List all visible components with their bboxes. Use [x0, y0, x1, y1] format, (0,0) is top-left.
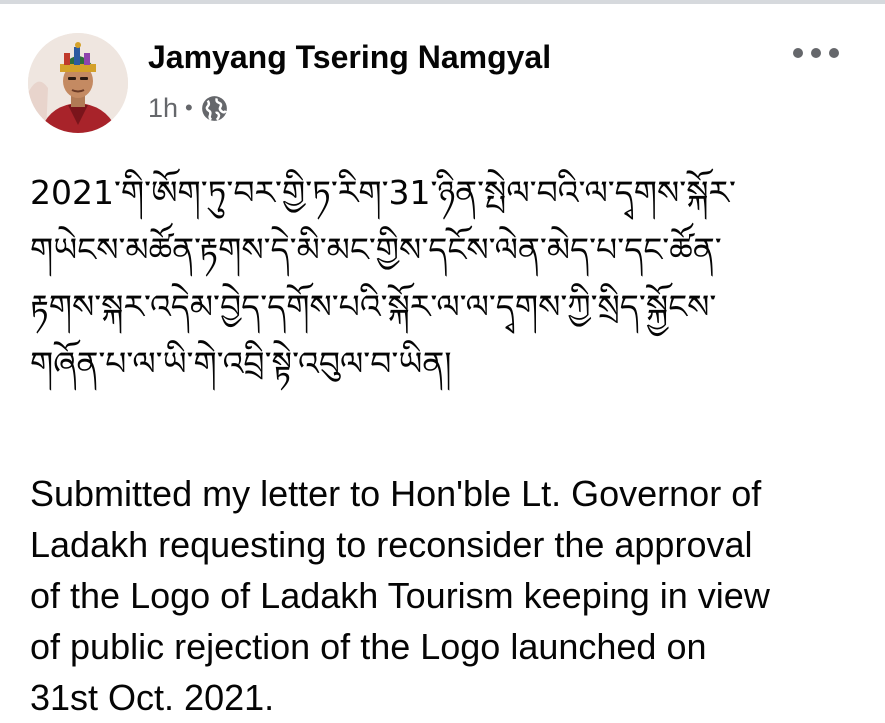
english-line: 31st Oct. 2021. [30, 677, 275, 718]
meta-separator: • [185, 95, 193, 120]
avatar-photo [28, 33, 128, 133]
english-line: of public rejection of the Logo launched… [30, 626, 707, 667]
more-options-icon[interactable] [793, 40, 839, 66]
post-time[interactable]: 1h [148, 93, 178, 124]
more-dot [793, 48, 803, 58]
english-line: Ladakh requesting to reconsider the appr… [30, 524, 753, 565]
globe-icon[interactable] [201, 95, 228, 122]
tibetan-line: 2021་གི་ཨོག་ཏུ་བར་གྱི་ཏ་རིག་31་ཉིན་སྤེལ་… [30, 173, 736, 212]
author-name[interactable]: Jamyang Tsering Namgyal [148, 37, 551, 77]
english-line: Submitted my letter to Hon'ble Lt. Gover… [30, 473, 762, 514]
english-line: of the Logo of Ladakh Tourism keeping in… [30, 575, 770, 616]
tibetan-line: གཡེངས་མཚོན་རྟགས་དེ་མི་མང་གྱིས་དངོས་ལེན་མ… [30, 230, 722, 269]
avatar[interactable] [28, 33, 128, 133]
tibetan-line: རྟགས་སྐར་འདེམ་བྱེད་དགོས་པའི་སྐོར་ལ་ལ་དྭག… [30, 287, 717, 326]
post-text-english: Submitted my letter to Hon'ble Lt. Gover… [30, 468, 860, 723]
top-divider [0, 0, 885, 4]
tibetan-line: གཞོན་པ་ལ་ཡི་གེ་འབྲི་སྟེ་འབུལ་བ་ཡིན། [30, 344, 452, 383]
post-meta: 1h • [148, 88, 228, 128]
more-dot [829, 48, 839, 58]
post-text-tibetan: 2021་གི་ཨོག་ཏུ་བར་གྱི་ཏ་རིག་31་ཉིན་སྤེལ་… [30, 164, 860, 392]
more-dot [811, 48, 821, 58]
